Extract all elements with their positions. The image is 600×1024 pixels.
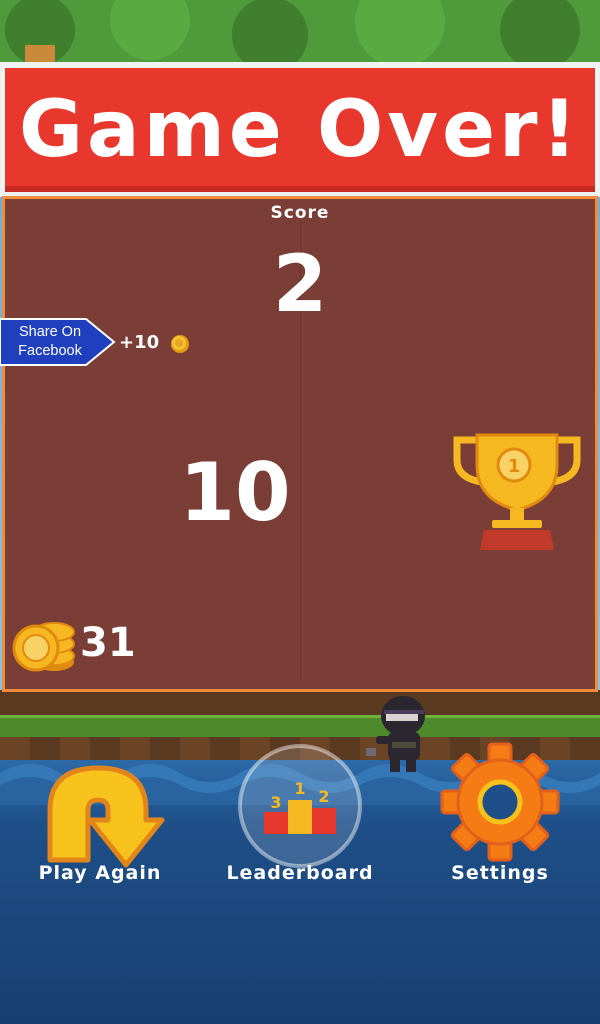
share-facebook-label: Share On Facebook: [4, 323, 96, 361]
leaderboard-label: Leaderboard: [226, 862, 374, 884]
coin-icon: [171, 335, 189, 353]
score-label: Score: [270, 203, 330, 223]
coin-stack-icon: [12, 622, 75, 672]
share-label-line2: Facebook: [18, 343, 82, 359]
settings-label: Settings: [451, 862, 549, 884]
ninja-character: [366, 696, 425, 772]
share-label-line1: Share On: [18, 324, 82, 340]
replay-arrow-icon: [47, 765, 165, 868]
coins-total: 31: [80, 620, 136, 666]
share-reward-amount: +10: [119, 332, 160, 353]
trophy-icon: 1: [453, 433, 581, 550]
game-over-title: Game Over!: [18, 85, 582, 175]
leaderboard-button[interactable]: 3 1 2: [236, 742, 364, 870]
best-score-value: 10: [179, 446, 291, 539]
podium-rank-1: 1: [294, 779, 305, 798]
settings-button[interactable]: [435, 740, 565, 870]
podium-rank-3: 3: [270, 793, 281, 812]
gear-icon: [440, 742, 560, 862]
play-again-label: Play Again: [38, 862, 162, 884]
background-foliage: [0, 0, 600, 70]
trophy-rank: 1: [508, 456, 521, 477]
podium-rank-2: 2: [318, 787, 329, 806]
